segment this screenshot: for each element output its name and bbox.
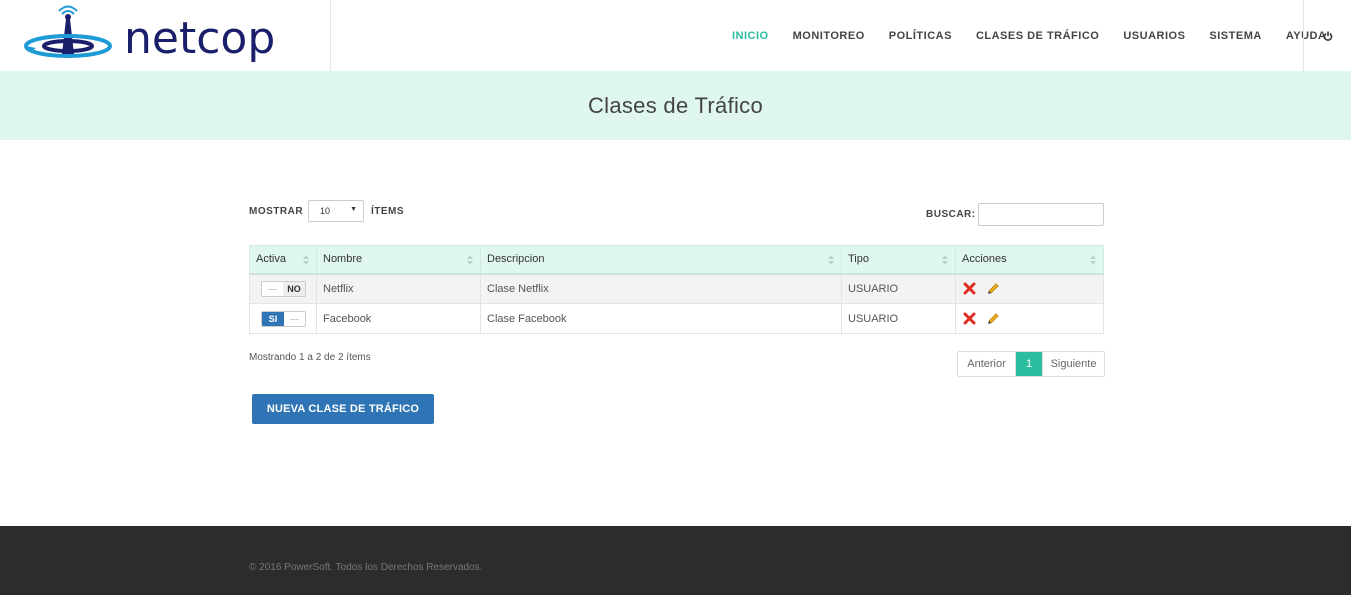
copyright-text: © 2016 PowerSoft. Todos los Derechos Res… — [249, 562, 483, 573]
search-label: BUSCAR: — [926, 209, 976, 220]
toggle-state: SI — [262, 311, 284, 326]
pagination: Anterior 1 Siguiente — [957, 351, 1105, 377]
column-header-descripcion[interactable]: Descripcion — [480, 245, 842, 275]
footer: © 2016 PowerSoft. Todos los Derechos Res… — [0, 526, 1351, 595]
nav-sistema[interactable]: SISTEMA — [1197, 30, 1273, 42]
active-toggle[interactable]: — NO — [261, 280, 306, 297]
delete-icon[interactable] — [963, 282, 976, 295]
name-cell: Netflix — [316, 273, 481, 304]
toggle-state: NO — [283, 281, 305, 296]
pagination-page[interactable]: 1 — [1016, 352, 1042, 376]
nav-monitoreo[interactable]: MONITOREO — [781, 30, 877, 42]
column-header-acciones[interactable]: Acciones — [955, 245, 1104, 275]
logo-container[interactable]: netcop — [0, 0, 331, 71]
pagination-next[interactable]: Siguiente — [1042, 352, 1104, 376]
table-row: SI — Facebook Clase Facebook USUARIO — [249, 303, 1104, 334]
table-info: Mostrando 1 a 2 de 2 ítems — [249, 352, 371, 363]
column-label: Tipo — [848, 253, 869, 266]
name-cell: Facebook — [316, 303, 481, 334]
items-label: ÍTEMS — [371, 206, 405, 217]
column-header-activa[interactable]: Activa — [249, 245, 317, 275]
type-cell: USUARIO — [841, 303, 956, 334]
sort-icon — [1090, 255, 1096, 265]
new-traffic-class-button[interactable]: NUEVA CLASE DE TRÁFICO — [252, 394, 434, 424]
sort-icon — [942, 255, 948, 265]
main-nav: INICIO MONITOREO POLÍTICAS CLASES DE TRÁ… — [720, 0, 1338, 71]
netcop-logo: netcop — [24, 5, 275, 64]
toggle-handle: — — [262, 281, 283, 296]
power-icon — [1323, 31, 1332, 41]
header: netcop INICIO MONITOREO POLÍTICAS CLASES… — [0, 0, 1351, 71]
nav-usuarios[interactable]: USUARIOS — [1111, 30, 1197, 42]
title-band: Clases de Tráfico — [0, 71, 1351, 140]
traffic-classes-table: Activa Nombre Descripcion Tipo Acciones — [249, 245, 1104, 334]
edit-icon[interactable] — [986, 312, 1000, 326]
active-cell: SI — — [249, 303, 317, 334]
pagination-prev[interactable]: Anterior — [958, 352, 1016, 376]
chevron-down-icon: ▼ — [350, 206, 357, 213]
column-label: Acciones — [962, 253, 1007, 266]
actions-cell — [955, 303, 1104, 334]
search-input[interactable] — [978, 203, 1104, 226]
page-title: Clases de Tráfico — [587, 92, 764, 118]
table-row: — NO Netflix Clase Netflix USUARIO — [249, 273, 1104, 304]
edit-icon[interactable] — [986, 282, 1000, 296]
column-label: Activa — [256, 253, 286, 266]
description-cell: Clase Facebook — [480, 303, 842, 334]
toggle-handle: — — [284, 311, 305, 326]
nav-politicas[interactable]: POLÍTICAS — [877, 30, 964, 42]
show-label: MOSTRAR — [249, 206, 304, 217]
sort-icon — [828, 255, 834, 265]
logout-button[interactable] — [1303, 0, 1351, 71]
active-toggle[interactable]: SI — — [261, 310, 306, 327]
description-cell: Clase Netflix — [480, 273, 842, 304]
active-cell: — NO — [249, 273, 317, 304]
svg-text:netcop: netcop — [124, 13, 275, 64]
delete-icon[interactable] — [963, 312, 976, 325]
sort-icon — [303, 255, 309, 265]
nav-clases-de-trafico[interactable]: CLASES DE TRÁFICO — [964, 30, 1111, 42]
page-size-select[interactable]: 10 ▼ — [308, 200, 364, 222]
nav-inicio[interactable]: INICIO — [720, 30, 781, 42]
actions-cell — [955, 273, 1104, 304]
sort-icon — [467, 255, 473, 265]
column-header-nombre[interactable]: Nombre — [316, 245, 481, 275]
column-header-tipo[interactable]: Tipo — [841, 245, 956, 275]
type-cell: USUARIO — [841, 273, 956, 304]
page-size-value: 10 — [320, 206, 331, 216]
column-label: Nombre — [323, 253, 363, 266]
column-label: Descripcion — [487, 253, 545, 266]
